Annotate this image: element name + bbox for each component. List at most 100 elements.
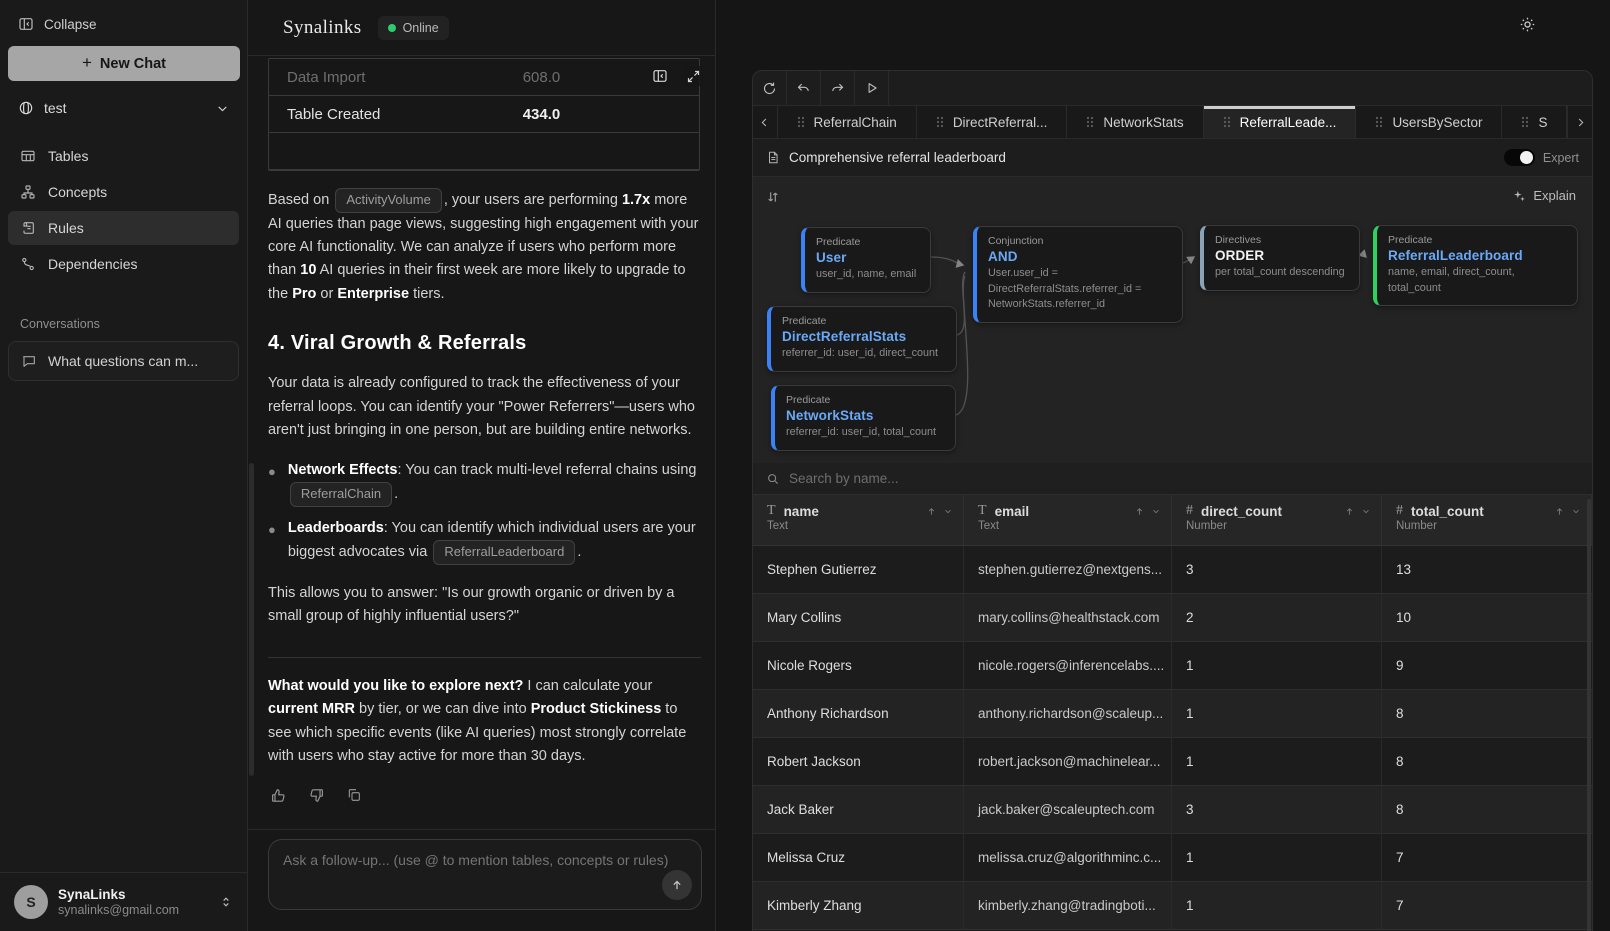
drag-handle-icon (1375, 116, 1383, 128)
tabs-scroll-left-button[interactable] (753, 106, 778, 138)
sort-controls (1134, 506, 1161, 517)
sort-desc-icon[interactable] (1151, 506, 1161, 516)
up-down-chevrons-icon (219, 895, 233, 909)
expert-toggle[interactable]: Expert (1504, 149, 1579, 166)
sort-desc-icon[interactable] (1361, 506, 1371, 516)
collapse-output-button[interactable] (650, 66, 670, 86)
expert-label: Expert (1543, 151, 1579, 165)
sort-asc-icon[interactable] (1134, 506, 1145, 517)
project-selector[interactable]: test (8, 93, 239, 123)
column-header[interactable]: T name Text (753, 495, 964, 545)
graph-node[interactable]: Predicate DirectReferralStats referrer_i… (767, 306, 957, 372)
column-header[interactable]: # direct_count Number (1172, 495, 1382, 545)
sidebar-item-tables[interactable]: Tables (8, 139, 239, 173)
document-icon (766, 150, 780, 165)
cell-name: Kimberly Zhang (753, 882, 964, 929)
new-chat-label: New Chat (100, 56, 166, 72)
column-header[interactable]: T email Text (964, 495, 1172, 545)
chevron-down-icon (216, 102, 229, 115)
column-header[interactable]: # total_count Number (1382, 495, 1592, 545)
rule-tab-label: DirectReferral... (953, 115, 1048, 130)
cell-direct-count: 3 (1172, 546, 1382, 593)
rule-tab[interactable]: S (1502, 106, 1567, 138)
table-row[interactable]: Melissa Cruz melissa.cruz@algorithminc.c… (753, 834, 1592, 882)
sort-desc-icon[interactable] (943, 506, 953, 516)
send-button[interactable] (662, 870, 692, 900)
rule-tab[interactable]: ReferralLeade... (1204, 106, 1357, 138)
cell-direct-count: 1 (1172, 882, 1382, 929)
result-table: Data Import 608.0 Table Created 434.0 (268, 58, 700, 171)
refresh-button[interactable] (753, 71, 787, 105)
sort-asc-icon[interactable] (1344, 506, 1355, 517)
graph-node[interactable]: Directives ORDER per total_count descend… (1200, 225, 1360, 291)
cell-total-count: 10 (1382, 594, 1592, 641)
followup-input[interactable]: Ask a follow-up... (use @ to mention tab… (268, 839, 702, 910)
table-row[interactable]: Stephen Gutierrez stephen.gutierrez@next… (753, 546, 1592, 594)
graph-node[interactable]: Predicate ReferralLeaderboard name, emai… (1373, 225, 1578, 306)
undo-button[interactable] (787, 71, 821, 105)
cell-email: jack.baker@scaleuptech.com (964, 786, 1172, 833)
cell-name: Nicole Rogers (753, 642, 964, 689)
table-row[interactable]: Nicole Rogers nicole.rogers@inferencelab… (753, 642, 1592, 690)
thumbs-down-button[interactable] (306, 785, 327, 806)
message-paragraph: Your data is already configured to track… (268, 372, 701, 442)
new-chat-button[interactable]: + New Chat (8, 46, 240, 81)
rule-title-row: Comprehensive referral leaderboard Exper… (753, 139, 1592, 177)
expand-button[interactable] (684, 66, 703, 86)
sidebar-item-rules[interactable]: Rules (8, 211, 239, 245)
graph-node[interactable]: Predicate NetworkStats referrer_id: user… (771, 385, 956, 451)
rule-tab[interactable]: DirectReferral... (917, 106, 1068, 138)
tabs-scroll-right-button[interactable] (1567, 106, 1592, 138)
theme-toggle-button[interactable] (1519, 16, 1536, 33)
conversation-item[interactable]: What questions can m... (8, 341, 239, 381)
result-row: Data Import 608.0 (269, 59, 699, 96)
run-button[interactable] (855, 71, 889, 105)
cell-direct-count: 3 (1172, 786, 1382, 833)
inspector-scrollbar-thumb[interactable] (1587, 499, 1591, 931)
sidebar-item-dependencies[interactable]: Dependencies (8, 247, 239, 281)
sidebar-item-label: Rules (48, 220, 84, 236)
column-name: direct_count (1201, 504, 1336, 519)
chat-scrollbar-thumb[interactable] (249, 463, 254, 776)
node-detail: referrer_id: user_id, total_count (786, 425, 947, 441)
column-type-icon: # (1396, 503, 1403, 519)
table-search-input[interactable]: Search by name... (753, 463, 1592, 495)
user-menu[interactable]: S SynaLinks synalinks@gmail.com (0, 872, 247, 931)
table-row[interactable]: Jack Baker jack.baker@scaleuptech.com 3 … (753, 786, 1592, 834)
rule-graph[interactable]: Explain (753, 177, 1592, 463)
sort-desc-icon[interactable] (1571, 506, 1581, 516)
rule-tab[interactable]: UsersBySector (1356, 106, 1502, 138)
node-title: NetworkStats (786, 408, 947, 423)
redo-icon (830, 81, 845, 96)
thumbs-up-button[interactable] (268, 785, 289, 806)
cell-total-count: 8 (1382, 738, 1592, 785)
column-type: Text (978, 520, 1161, 532)
graph-node[interactable]: Conjunction AND User.user_id = DirectRef… (973, 226, 1183, 323)
table-row[interactable]: Mary Collins mary.collins@healthstack.co… (753, 594, 1592, 642)
column-type: Number (1396, 520, 1581, 532)
collapse-button[interactable]: Collapse (8, 12, 97, 36)
graph-node[interactable]: Predicate User user_id, name, email (801, 227, 931, 293)
table-row[interactable]: Kimberly Zhang kimberly.zhang@tradingbot… (753, 882, 1592, 930)
rule-tabs: ReferralChain DirectReferral... NetworkS… (753, 106, 1592, 139)
conversations-title: Conversations (20, 317, 239, 331)
sidebar-item-label: Tables (48, 148, 88, 164)
copy-button[interactable] (344, 785, 364, 806)
cell-name: Robert Jackson (753, 738, 964, 785)
sort-asc-icon[interactable] (1554, 506, 1565, 517)
panel-left-icon (18, 16, 34, 32)
result-label: Table Created (269, 106, 523, 123)
cell-name: Stephen Gutierrez (753, 546, 964, 593)
table-row[interactable]: Anthony Richardson anthony.richardson@sc… (753, 690, 1592, 738)
rule-tab[interactable]: ReferralChain (778, 106, 917, 138)
node-title: DirectReferralStats (782, 329, 948, 344)
sidebar-item-concepts[interactable]: Concepts (8, 175, 239, 209)
cell-direct-count: 1 (1172, 690, 1382, 737)
cell-email: robert.jackson@machinelear... (964, 738, 1172, 785)
toggle-switch[interactable] (1504, 149, 1535, 166)
redo-button[interactable] (821, 71, 855, 105)
table-row[interactable]: Robert Jackson robert.jackson@machinelea… (753, 738, 1592, 786)
sort-asc-icon[interactable] (926, 506, 937, 517)
rule-tab[interactable]: NetworkStats (1067, 106, 1203, 138)
drag-handle-icon (1086, 116, 1094, 128)
